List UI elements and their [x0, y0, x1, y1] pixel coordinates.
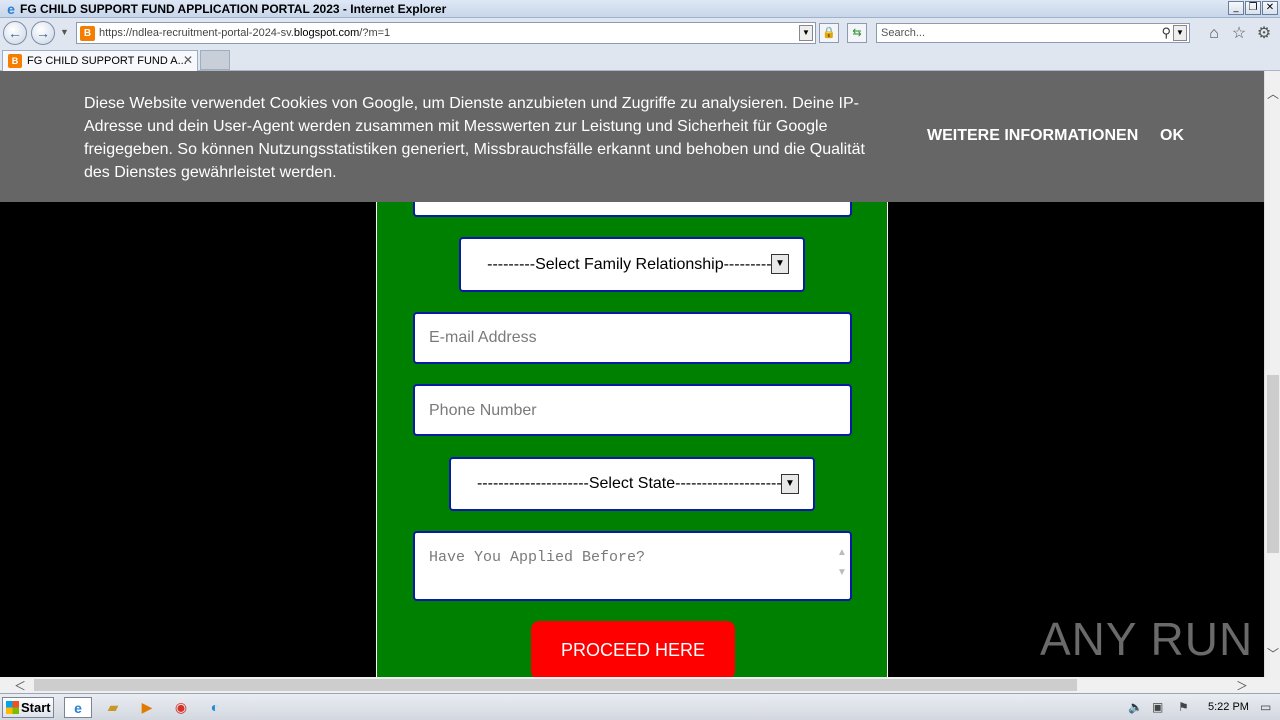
cookie-ok-button[interactable]: OK: [1160, 127, 1184, 145]
chevron-down-icon: ▼: [781, 474, 799, 494]
chevron-down-icon: ▼: [771, 254, 789, 274]
ie-icon: e: [7, 1, 15, 17]
search-input[interactable]: Search... ⚲ ▼: [876, 23, 1190, 43]
scroll-up-icon[interactable]: ︿: [1267, 85, 1279, 102]
email-field[interactable]: E-mail Address: [413, 312, 852, 364]
minimize-button[interactable]: _: [1228, 1, 1244, 15]
forward-button[interactable]: →: [31, 21, 55, 45]
home-icon[interactable]: ⌂: [1205, 25, 1223, 43]
system-tray: 🔈 ▣ ⚑ 5:22 PM ▭: [1122, 696, 1278, 719]
search-dropdown-icon[interactable]: ▼: [1173, 25, 1187, 41]
applied-before-textarea[interactable]: Have You Applied Before? ▲ ▼: [413, 531, 852, 601]
restore-button[interactable]: ❐: [1245, 1, 1261, 15]
volume-icon[interactable]: 🔈: [1128, 700, 1143, 714]
blogger-icon: B: [80, 26, 95, 41]
media-player-icon[interactable]: ▶: [133, 697, 161, 718]
close-tab-icon[interactable]: ✕: [183, 53, 193, 67]
close-button[interactable]: ✕: [1262, 1, 1278, 15]
email-placeholder: E-mail Address: [429, 329, 537, 346]
history-dropdown-icon[interactable]: ▼: [60, 27, 69, 37]
scroll-right-icon[interactable]: ＞: [1236, 677, 1248, 694]
vertical-scroll-thumb[interactable]: [1267, 375, 1279, 553]
taskbar: Start e ▰ ▶ ◉ ◐ 🔈 ▣ ⚑ 5:22 PM ▭: [0, 693, 1280, 720]
start-button[interactable]: Start: [2, 697, 54, 718]
family-relationship-value: ---------Select Family Relationship-----…: [487, 256, 777, 273]
state-value: ---------------------Select State-------…: [476, 475, 788, 492]
scroll-left-icon[interactable]: ＜: [14, 677, 26, 694]
blogger-icon: B: [8, 54, 22, 68]
new-tab-button[interactable]: [200, 50, 230, 70]
textarea-scroll-icon: ▲ ▼: [837, 547, 847, 578]
clock[interactable]: 5:22 PM: [1208, 701, 1249, 713]
title-bar: e FG CHILD SUPPORT FUND APPLICATION PORT…: [0, 0, 1280, 18]
phone-field[interactable]: Phone Number: [413, 384, 852, 436]
chrome-icon[interactable]: ◉: [167, 697, 195, 718]
action-center-flag-icon[interactable]: ⚑: [1178, 700, 1189, 714]
start-label: Start: [21, 700, 51, 715]
scrollbar-corner: [1264, 677, 1280, 693]
address-url: https://ndlea-recruitment-portal-2024-sv…: [99, 27, 391, 39]
window-title: FG CHILD SUPPORT FUND APPLICATION PORTAL…: [20, 2, 447, 16]
folder-icon[interactable]: ▰: [99, 697, 127, 718]
refresh-icon[interactable]: ⇆: [847, 23, 867, 43]
more-info-link[interactable]: WEITERE INFORMATIONEN: [927, 127, 1138, 145]
search-placeholder: Search...: [881, 27, 926, 39]
horizontal-scrollbar[interactable]: ＜ ＞: [0, 677, 1264, 693]
phone-placeholder: Phone Number: [429, 402, 537, 419]
tab-label: FG CHILD SUPPORT FUND A...: [27, 55, 187, 67]
back-button[interactable]: ←: [3, 21, 27, 45]
horizontal-scroll-thumb[interactable]: [34, 679, 1077, 691]
edge-icon[interactable]: ◐: [201, 697, 229, 718]
cookie-message: Diese Website verwendet Cookies von Goog…: [84, 95, 865, 181]
vertical-scrollbar[interactable]: ︿ ﹀: [1264, 71, 1280, 677]
windows-logo-icon: [6, 701, 19, 714]
tab-active[interactable]: B FG CHILD SUPPORT FUND A... ✕: [2, 50, 198, 71]
address-dropdown-icon[interactable]: ▼: [799, 25, 813, 41]
lock-icon[interactable]: 🔒: [819, 23, 839, 43]
scroll-down-icon[interactable]: ﹀: [1267, 645, 1279, 662]
cookie-banner: Diese Website verwendet Cookies von Goog…: [0, 71, 1264, 202]
applied-placeholder: Have You Applied Before?: [429, 549, 646, 566]
anyrun-watermark: ANY RUN: [1040, 613, 1254, 665]
address-bar[interactable]: B https://ndlea-recruitment-portal-2024-…: [76, 22, 816, 44]
state-select[interactable]: ---------------------Select State-------…: [449, 457, 815, 511]
family-relationship-select[interactable]: ---------Select Family Relationship-----…: [459, 237, 805, 292]
ie-icon[interactable]: e: [64, 697, 92, 718]
favorites-star-icon[interactable]: ☆: [1230, 25, 1248, 43]
gear-icon[interactable]: ⚙: [1255, 25, 1273, 43]
show-desktop-icon[interactable]: ▭: [1260, 700, 1271, 714]
network-icon[interactable]: ▣: [1152, 700, 1163, 714]
proceed-button[interactable]: PROCEED HERE: [531, 621, 735, 677]
search-icon[interactable]: ⚲: [1161, 25, 1171, 41]
